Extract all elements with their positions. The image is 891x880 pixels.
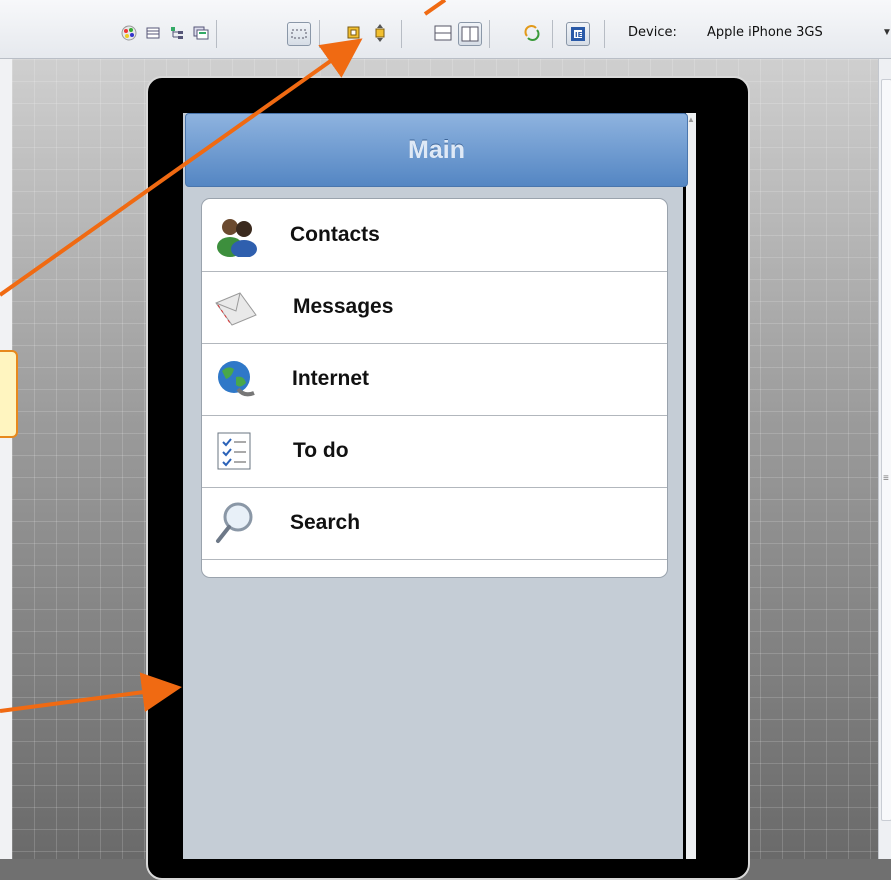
list-item-label: Search [290,511,361,534]
svg-text:IE: IE [575,31,583,39]
globe-icon [214,357,258,401]
scrollbar-thumb[interactable] [881,79,891,821]
list-item-messages[interactable]: Messages [202,271,667,344]
envelope-icon [214,285,258,329]
scroll-up-icon[interactable]: ▲ [687,115,695,124]
designer-toolbar: IE Device: Apple iPhone 3GS ▼ [0,0,891,59]
annotation-callout [0,350,18,438]
tree-icon[interactable] [166,22,188,44]
list-item-label: Internet [292,367,370,390]
layers-icon[interactable] [190,22,212,44]
split-vertical-icon[interactable] [458,22,482,46]
list-item-label: To do [293,439,349,462]
grid-icon[interactable] [142,22,164,44]
selection-rect-icon[interactable] [287,22,311,46]
list-item-contacts[interactable]: Contacts [202,199,667,272]
canvas-scrollbar[interactable]: ≡ [878,59,891,859]
screen-scrollbar[interactable]: ▲ [686,113,696,859]
resize-icon[interactable] [343,22,365,44]
list-item-label: Messages [293,295,394,318]
chevron-down-icon[interactable]: ▼ [882,27,891,38]
device-select[interactable]: Apple iPhone 3GS [707,25,823,40]
split-horizontal-icon[interactable] [432,22,454,44]
device-label: Device: [628,25,677,40]
list-item-internet[interactable]: Internet [202,343,667,416]
navigation-bar: Main [185,113,688,187]
checklist-icon [214,429,258,473]
contacts-icon [214,213,258,258]
menu-list: Contacts Messages Internet To do Search [201,198,668,578]
page-title: Main [408,135,465,164]
refresh-icon[interactable] [521,22,543,44]
ie-preview-icon[interactable]: IE [566,22,590,46]
grip-icon: ≡ [883,473,889,484]
list-item-to-do[interactable]: To do [202,415,667,488]
palette-icon[interactable] [118,22,140,44]
list-item-label: Contacts [290,223,380,246]
magnifier-icon [214,501,258,545]
move-icon[interactable] [369,22,391,44]
list-item-search[interactable]: Search [202,487,667,560]
